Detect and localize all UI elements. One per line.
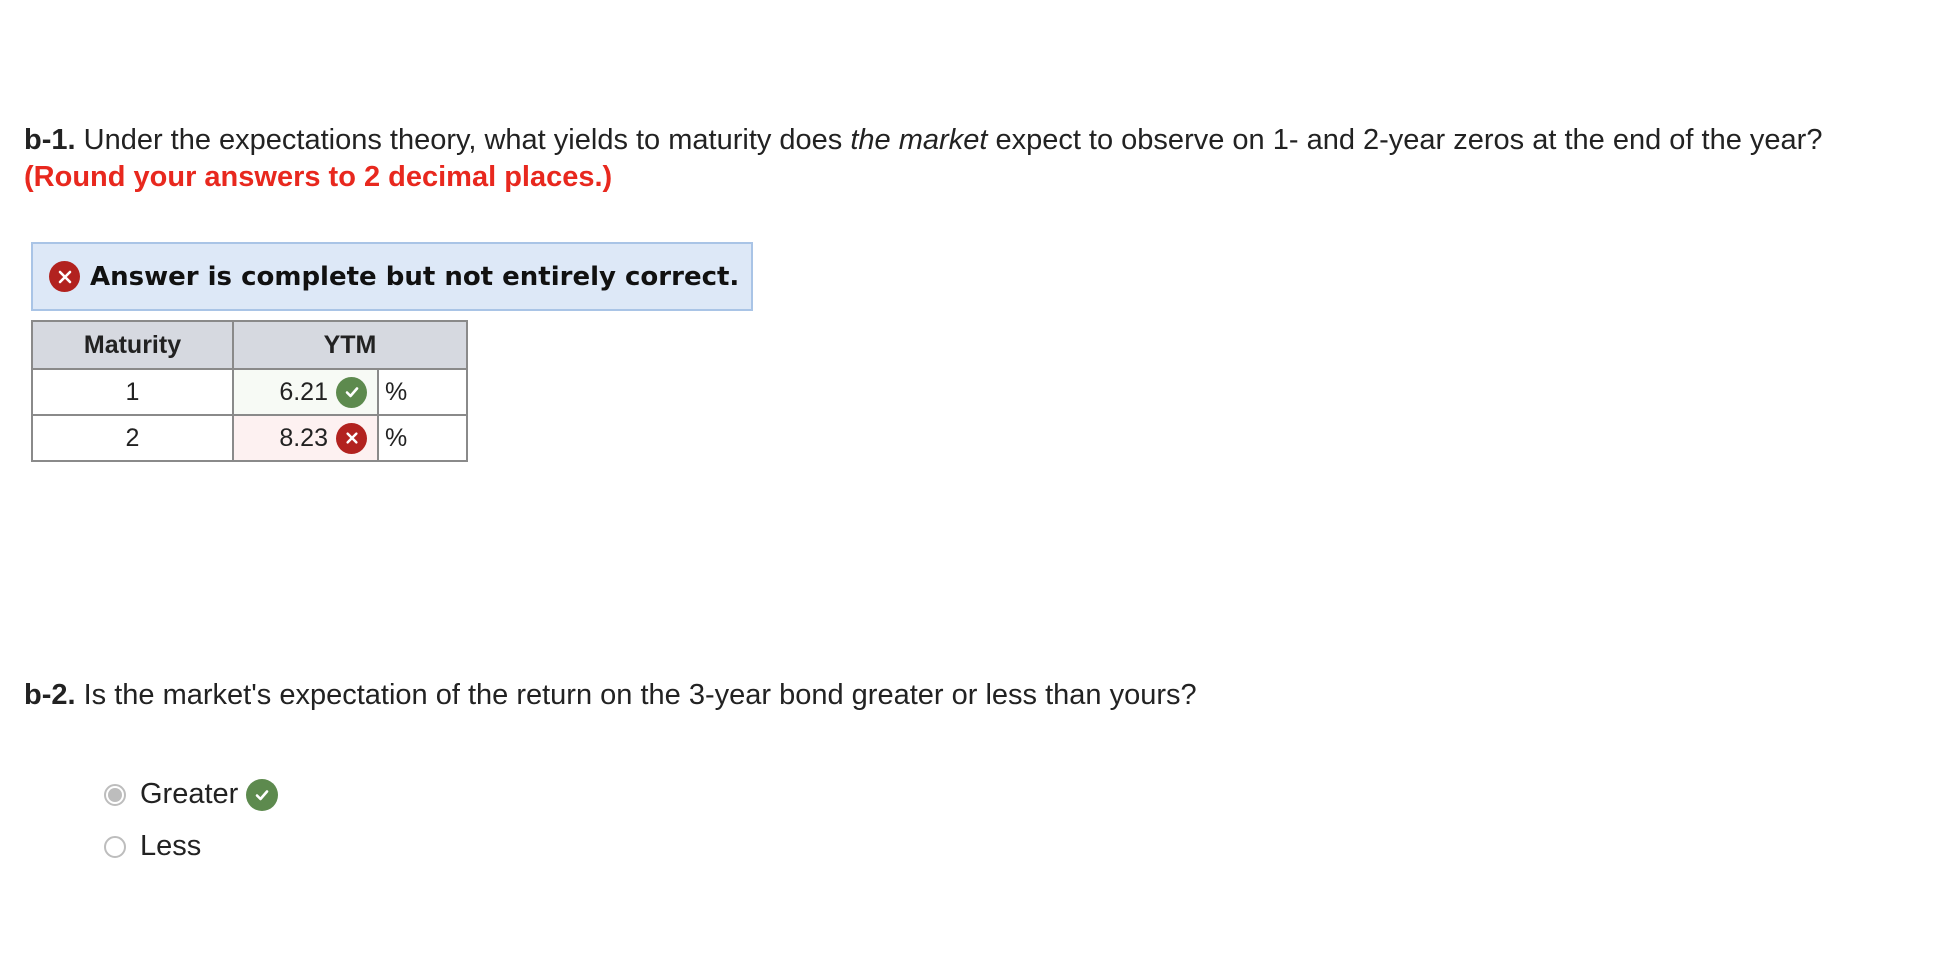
- maturity-cell: 2: [31, 414, 234, 462]
- x-circle-icon: [49, 261, 80, 292]
- check-circle-icon: [336, 376, 367, 408]
- radio-less[interactable]: [104, 835, 126, 858]
- table-row: 1 6.21 %: [31, 368, 468, 416]
- question-b1-instruction: (Round your answers to 2 decimal places.…: [24, 161, 613, 193]
- x-circle-icon: [336, 422, 367, 454]
- answer-status-text: Answer is complete but not entirely corr…: [90, 261, 740, 292]
- question-b2-text: Is the market's expectation of the retur…: [83, 679, 1197, 711]
- option-less-label: Less: [140, 830, 202, 862]
- question-b1-text-b: expect to observe on 1- and 2-year zeros…: [995, 124, 1823, 156]
- check-circle-icon: [246, 778, 279, 811]
- unit-cell: %: [377, 414, 468, 462]
- question-b1-emphasis: the market: [850, 124, 988, 156]
- ytm-input-cell[interactable]: 6.21: [232, 368, 379, 416]
- header-ytm: YTM: [232, 320, 468, 370]
- header-maturity: Maturity: [31, 320, 234, 370]
- option-greater-label: Greater: [140, 778, 239, 810]
- question-b1-label: b-1.: [24, 124, 76, 156]
- answer-status-banner: Answer is complete but not entirely corr…: [31, 242, 753, 311]
- table-header-row: Maturity YTM: [31, 320, 468, 370]
- ytm-answer-table: Maturity YTM 1 6.21 % 2 8.23 %: [31, 320, 468, 462]
- option-greater[interactable]: Greater: [104, 778, 279, 811]
- question-b2: b-2. Is the market's expectation of the …: [24, 677, 1924, 714]
- ytm-input-cell[interactable]: 8.23: [232, 414, 379, 462]
- question-b1-text-a: Under the expectations theory, what yiel…: [83, 124, 843, 156]
- table-row: 2 8.23 %: [31, 414, 468, 462]
- ytm-value: 6.21: [279, 377, 328, 406]
- unit-cell: %: [377, 368, 468, 416]
- question-b2-label: b-2.: [24, 679, 76, 711]
- option-less[interactable]: Less: [104, 830, 201, 863]
- question-b1: b-1. Under the expectations theory, what…: [24, 122, 1924, 196]
- maturity-cell: 1: [31, 368, 234, 416]
- radio-greater[interactable]: [104, 783, 126, 806]
- ytm-value: 8.23: [279, 423, 328, 452]
